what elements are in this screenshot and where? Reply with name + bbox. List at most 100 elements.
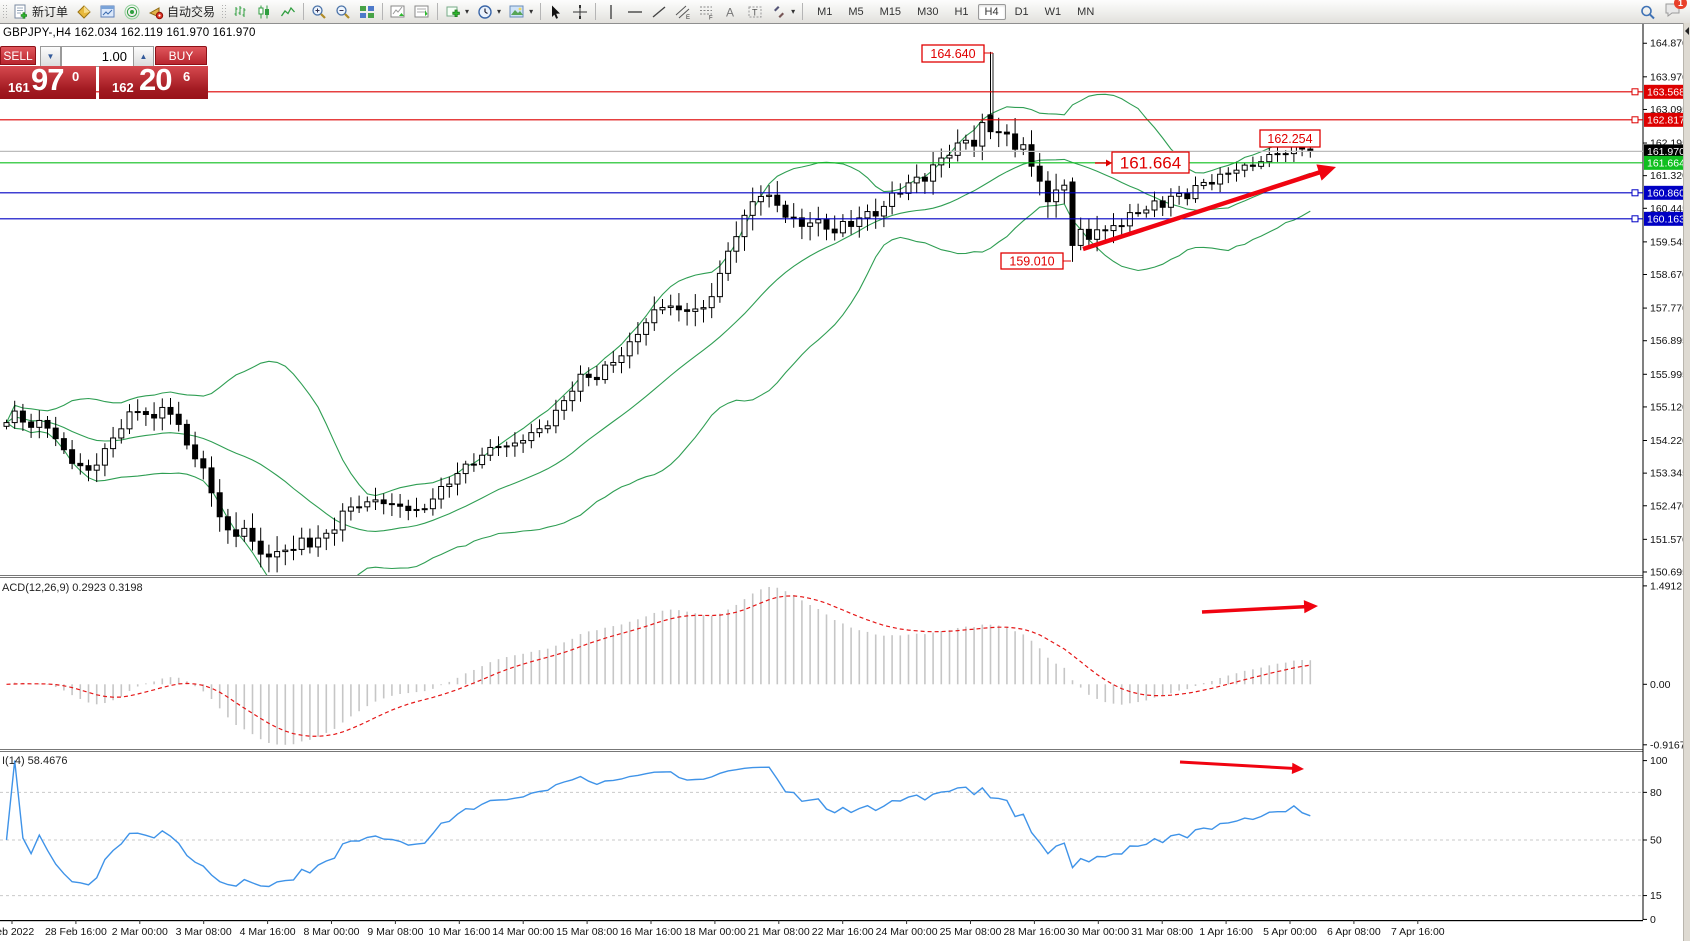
line-chart-button[interactable] xyxy=(276,3,300,21)
price-callout-162.254[interactable]: 162.254 xyxy=(1260,130,1320,147)
svg-text:25 Mar 08:00: 25 Mar 08:00 xyxy=(940,926,1002,938)
text-tool-button[interactable]: A xyxy=(719,3,743,21)
horizontal-line-tool-button[interactable] xyxy=(623,3,647,21)
buy-button[interactable]: BUY xyxy=(155,46,207,65)
timeframe-D1[interactable]: D1 xyxy=(1008,4,1036,20)
svg-text:14 Mar 00:00: 14 Mar 00:00 xyxy=(492,926,554,938)
svg-text:6 Apr 08:00: 6 Apr 08:00 xyxy=(1327,926,1381,938)
pane-separator[interactable] xyxy=(0,577,1643,578)
pane-separator[interactable] xyxy=(0,751,1643,752)
tile-windows-button[interactable] xyxy=(355,3,379,21)
cursor-tool-button[interactable] xyxy=(544,3,568,21)
svg-text:164.640: 164.640 xyxy=(930,47,975,61)
svg-text:80: 80 xyxy=(1650,787,1662,799)
toolbar-grip[interactable] xyxy=(2,4,7,20)
svg-text:16 Mar 16:00: 16 Mar 16:00 xyxy=(620,926,682,938)
vertical-line-tool-button[interactable] xyxy=(599,3,623,21)
volume-input[interactable]: 1.00 xyxy=(61,46,134,67)
svg-text:5 Apr 00:00: 5 Apr 00:00 xyxy=(1263,926,1317,938)
rsi-label: I(14) 58.4676 xyxy=(2,755,67,767)
zoom-in-button[interactable] xyxy=(307,3,331,21)
sell-price-button[interactable]: 161 97 0 xyxy=(0,66,96,99)
trendline-icon xyxy=(651,4,667,20)
notifications-button[interactable]: 1 xyxy=(1664,1,1682,23)
svg-text:0: 0 xyxy=(1650,914,1656,926)
vertical-line-icon xyxy=(603,4,619,20)
autotrade-button[interactable]: 自动交易 xyxy=(144,2,219,21)
template-button[interactable]: ▾ xyxy=(505,3,537,21)
autotrade-icon xyxy=(148,4,164,20)
svg-text:10 Mar 16:00: 10 Mar 16:00 xyxy=(428,926,490,938)
svg-text:9 Mar 08:00: 9 Mar 08:00 xyxy=(367,926,423,938)
svg-text:0.00: 0.00 xyxy=(1650,679,1671,691)
equidistant-channel-tool-button[interactable]: E xyxy=(671,3,695,21)
right-scroll-strip[interactable] xyxy=(1683,23,1690,941)
signals-button[interactable] xyxy=(120,3,144,21)
svg-text:-0.9167: -0.9167 xyxy=(1650,739,1686,751)
timeframe-MN[interactable]: MN xyxy=(1070,4,1101,20)
period-clock-button[interactable]: ▾ xyxy=(473,3,505,21)
period-clock-icon xyxy=(477,4,493,20)
svg-text:28 Mar 16:00: 28 Mar 16:00 xyxy=(1003,926,1065,938)
timeframe-M5[interactable]: M5 xyxy=(841,4,870,20)
volume-decrease-button[interactable]: ▼ xyxy=(40,46,61,67)
timeframe-H1[interactable]: H1 xyxy=(947,4,975,20)
buy-price-button[interactable]: 162 20 6 xyxy=(99,66,208,99)
timeframe-M15[interactable]: M15 xyxy=(873,4,908,20)
sell-button[interactable]: SELL xyxy=(0,46,36,65)
new-order-button[interactable]: 新订单 xyxy=(9,2,72,21)
buy-price-sup: 6 xyxy=(183,69,190,84)
svg-text:F: F xyxy=(709,15,713,20)
svg-text:8 Mar 00:00: 8 Mar 00:00 xyxy=(303,926,359,938)
candlestick-button[interactable] xyxy=(252,3,276,21)
price-callout-159.010[interactable]: 159.010 xyxy=(1001,253,1071,269)
fibonacci-icon: F xyxy=(699,4,715,20)
svg-text:T: T xyxy=(752,7,758,17)
chart-plot[interactable]: 164.640159.010161.664162.254164.870163.9… xyxy=(0,0,1690,941)
bar-chart-button[interactable] xyxy=(228,3,252,21)
svg-text:22 Mar 16:00: 22 Mar 16:00 xyxy=(812,926,874,938)
svg-text:160.163: 160.163 xyxy=(1647,213,1685,225)
fibonacci-tool-button[interactable]: F xyxy=(695,3,719,21)
svg-text:30 Mar 00:00: 30 Mar 00:00 xyxy=(1067,926,1129,938)
timeframe-H4[interactable]: H4 xyxy=(978,4,1006,20)
text-label-tool-button[interactable]: T xyxy=(743,3,767,21)
toolbar: 新订单 自动交易 ▾ ▾ xyxy=(0,0,1690,24)
add-indicator-button[interactable]: ▾ xyxy=(441,3,473,21)
timeframe-W1[interactable]: W1 xyxy=(1038,4,1069,20)
svg-text:163.568: 163.568 xyxy=(1647,86,1685,98)
dropdown-caret-icon: ▾ xyxy=(791,7,795,16)
candlestick-icon xyxy=(256,4,272,20)
template-icon xyxy=(509,4,525,20)
volume-increase-button[interactable]: ▲ xyxy=(133,46,154,67)
svg-text:3 Mar 08:00: 3 Mar 08:00 xyxy=(176,926,232,938)
toolbar-grip[interactable] xyxy=(221,4,226,20)
arrows-tool-button[interactable]: ▾ xyxy=(767,3,799,21)
indicator-window-icon xyxy=(390,4,406,20)
trendline-tool-button[interactable] xyxy=(647,3,671,21)
svg-text:31 Mar 08:00: 31 Mar 08:00 xyxy=(1131,926,1193,938)
crosshair-icon xyxy=(572,4,588,20)
zoom-in-icon xyxy=(311,4,327,20)
dropdown-caret-icon: ▾ xyxy=(497,7,501,16)
pane-separator[interactable] xyxy=(0,749,1643,750)
gold-box-button[interactable] xyxy=(72,3,96,21)
zoom-out-button[interactable] xyxy=(331,3,355,21)
add-indicator-icon xyxy=(445,4,461,20)
new-order-icon xyxy=(13,4,29,20)
crosshair-tool-button[interactable] xyxy=(568,3,592,21)
dropdown-caret-icon: ▾ xyxy=(529,7,533,16)
line-chart-icon xyxy=(280,4,296,20)
svg-text:161.664: 161.664 xyxy=(1120,154,1181,173)
indicator-window-button[interactable] xyxy=(386,3,410,21)
buy-price-big: 20 xyxy=(139,66,171,98)
svg-text:18 Mar 00:00: 18 Mar 00:00 xyxy=(684,926,746,938)
arrows-tool-icon xyxy=(771,4,787,20)
text-label-icon: T xyxy=(747,4,763,20)
timeframe-M1[interactable]: M1 xyxy=(810,4,839,20)
search-icon[interactable] xyxy=(1640,4,1656,21)
timeframe-M30[interactable]: M30 xyxy=(910,4,945,20)
indicator-list-button[interactable] xyxy=(410,3,434,21)
pane-separator[interactable] xyxy=(0,575,1643,576)
profile-window-button[interactable] xyxy=(96,3,120,21)
